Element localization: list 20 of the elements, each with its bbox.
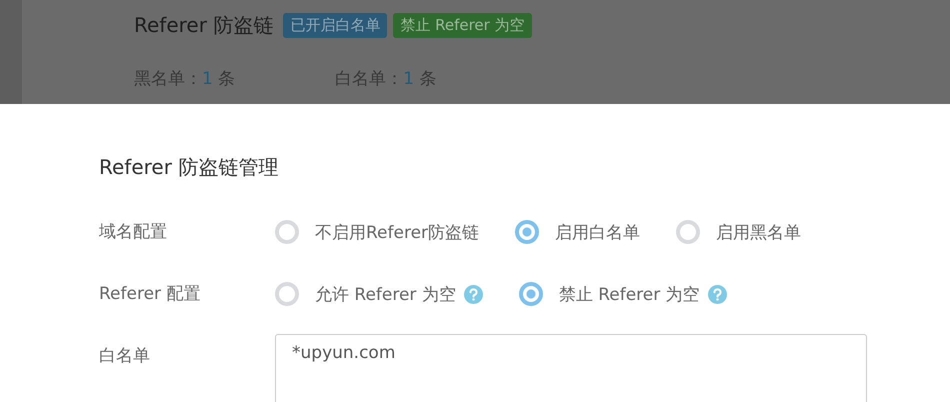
field-label: Referer 配置 (99, 283, 202, 306)
dialog-title: Referer 防盗链管理 (99, 154, 280, 181)
status-badge: 禁止 Referer 为空 (393, 13, 532, 38)
option-label[interactable]: 禁止 Referer 为空 (558, 282, 700, 306)
radio-button[interactable] (515, 220, 540, 244)
help-icon[interactable] (708, 284, 727, 304)
radio-button[interactable] (676, 220, 700, 244)
radio-button[interactable] (275, 282, 299, 306)
page-title: Referer 防盗链 (134, 12, 274, 39)
radio-button[interactable] (275, 220, 299, 244)
help-icon[interactable] (464, 284, 483, 304)
status-badge: 已开启白名单 (283, 13, 388, 38)
field-label: 白名单 (99, 345, 151, 368)
option-label[interactable]: 允许 Referer 为空 (315, 282, 456, 306)
field-label: 域名配置 (99, 221, 168, 244)
option-label[interactable]: 不启用Referer防盗链 (315, 220, 480, 244)
text-area[interactable]: *upyun.com (275, 334, 867, 402)
option-label[interactable]: 启用白名单 (555, 220, 640, 244)
radio-button[interactable] (518, 282, 543, 306)
option-label[interactable]: 启用黑名单 (716, 220, 802, 244)
